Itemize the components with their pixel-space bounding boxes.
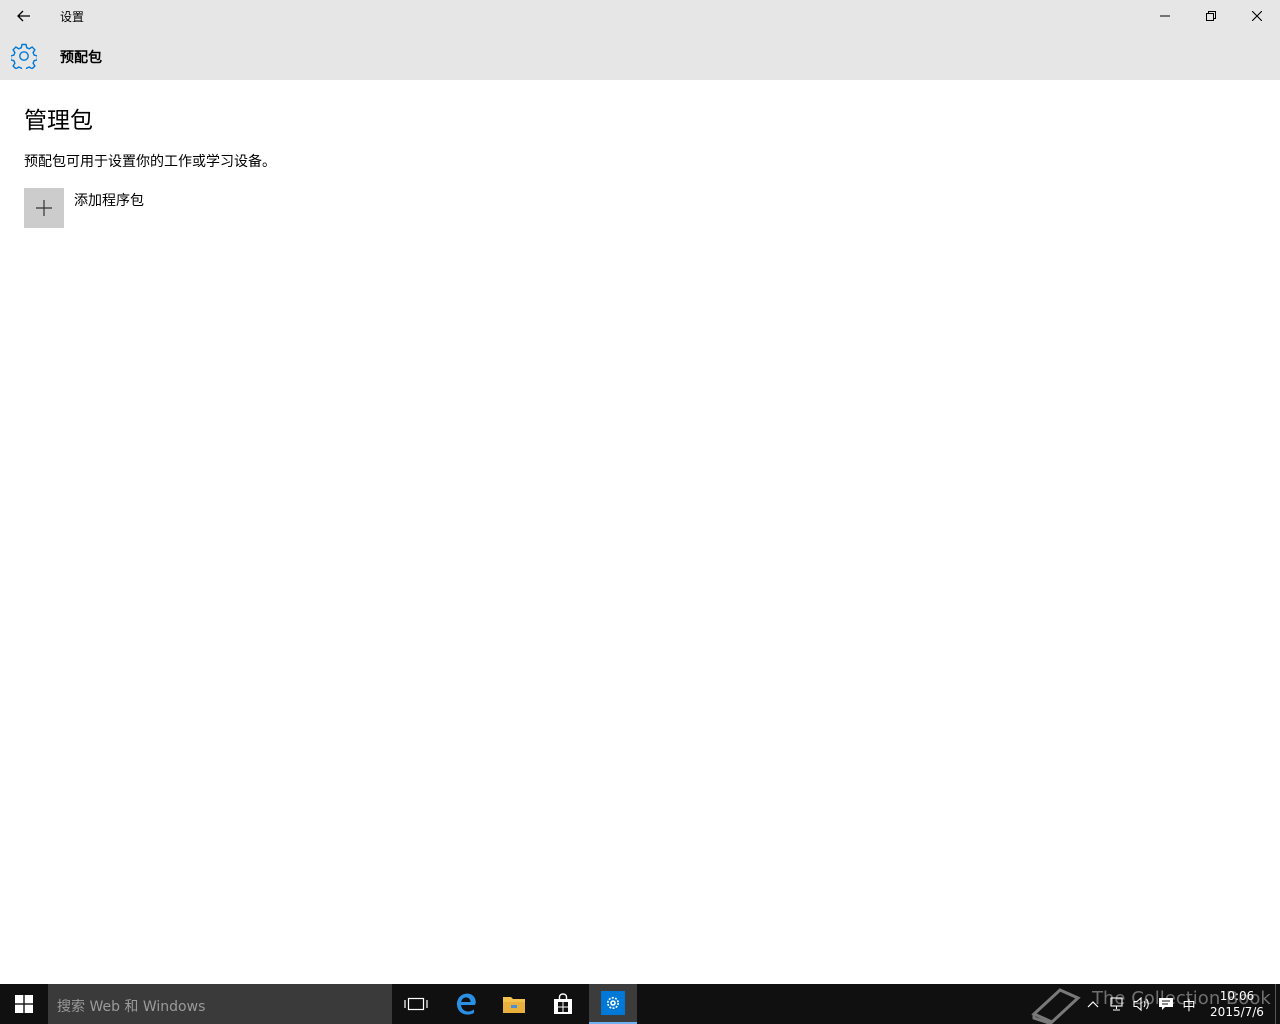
clock-time: 10:06: [1219, 989, 1255, 1003]
volume-button[interactable]: [1132, 996, 1152, 1012]
title-bar: 设置: [0, 0, 1280, 32]
gear-icon: [11, 43, 37, 69]
back-button[interactable]: [0, 0, 48, 32]
start-button[interactable]: [0, 984, 48, 1024]
file-explorer-button[interactable]: [490, 984, 538, 1024]
settings-taskbar-button[interactable]: [589, 984, 637, 1024]
page-title: 管理包: [24, 108, 93, 134]
settings-gear-icon: [601, 991, 625, 1015]
add-package-button[interactable]: [24, 188, 64, 228]
page-header: 预配包: [0, 32, 1280, 80]
store-icon: [554, 993, 572, 1014]
search-box[interactable]: 搜索 Web 和 Windows: [48, 984, 392, 1024]
speaker-icon: [1133, 996, 1149, 1012]
search-placeholder: 搜索 Web 和 Windows: [57, 999, 206, 1015]
restore-button[interactable]: [1188, 0, 1234, 32]
network-button[interactable]: [1109, 996, 1127, 1012]
folder-icon: [503, 997, 525, 1013]
show-desktop-button[interactable]: [1275, 984, 1280, 1024]
close-icon: [1252, 11, 1262, 21]
minimize-icon: [1160, 15, 1170, 17]
app-title: 设置: [60, 10, 85, 24]
taskbar: 搜索 Web 和 Windows The Collection Book 中 1…: [0, 984, 1280, 1024]
page-description: 预配包可用于设置你的工作或学习设备。: [24, 154, 276, 170]
task-view-icon: [404, 997, 428, 1011]
header-title: 预配包: [60, 50, 102, 66]
clock-date: 2015/7/6: [1210, 1005, 1264, 1019]
close-button[interactable]: [1234, 0, 1280, 32]
ime-indicator[interactable]: 中: [1180, 996, 1198, 1014]
back-arrow-icon: [17, 10, 30, 22]
chevron-up-icon: [1087, 1001, 1099, 1008]
plus-icon: [36, 200, 52, 216]
book-watermark-icon: [1031, 988, 1081, 1024]
edge-icon: [457, 993, 476, 1015]
minimize-button[interactable]: [1142, 0, 1188, 32]
restore-icon: [1206, 11, 1216, 21]
network-icon: [1110, 997, 1123, 1011]
action-center-button[interactable]: [1157, 996, 1175, 1012]
show-hidden-icons-button[interactable]: [1086, 996, 1100, 1012]
store-button[interactable]: [539, 984, 587, 1024]
task-view-button[interactable]: [392, 984, 440, 1024]
windows-logo-icon: [15, 995, 33, 1013]
notification-icon: [1159, 998, 1173, 1010]
add-package-label[interactable]: 添加程序包: [74, 190, 144, 210]
clock[interactable]: 10:06 2015/7/6: [1206, 988, 1268, 1020]
edge-button[interactable]: [442, 984, 490, 1024]
